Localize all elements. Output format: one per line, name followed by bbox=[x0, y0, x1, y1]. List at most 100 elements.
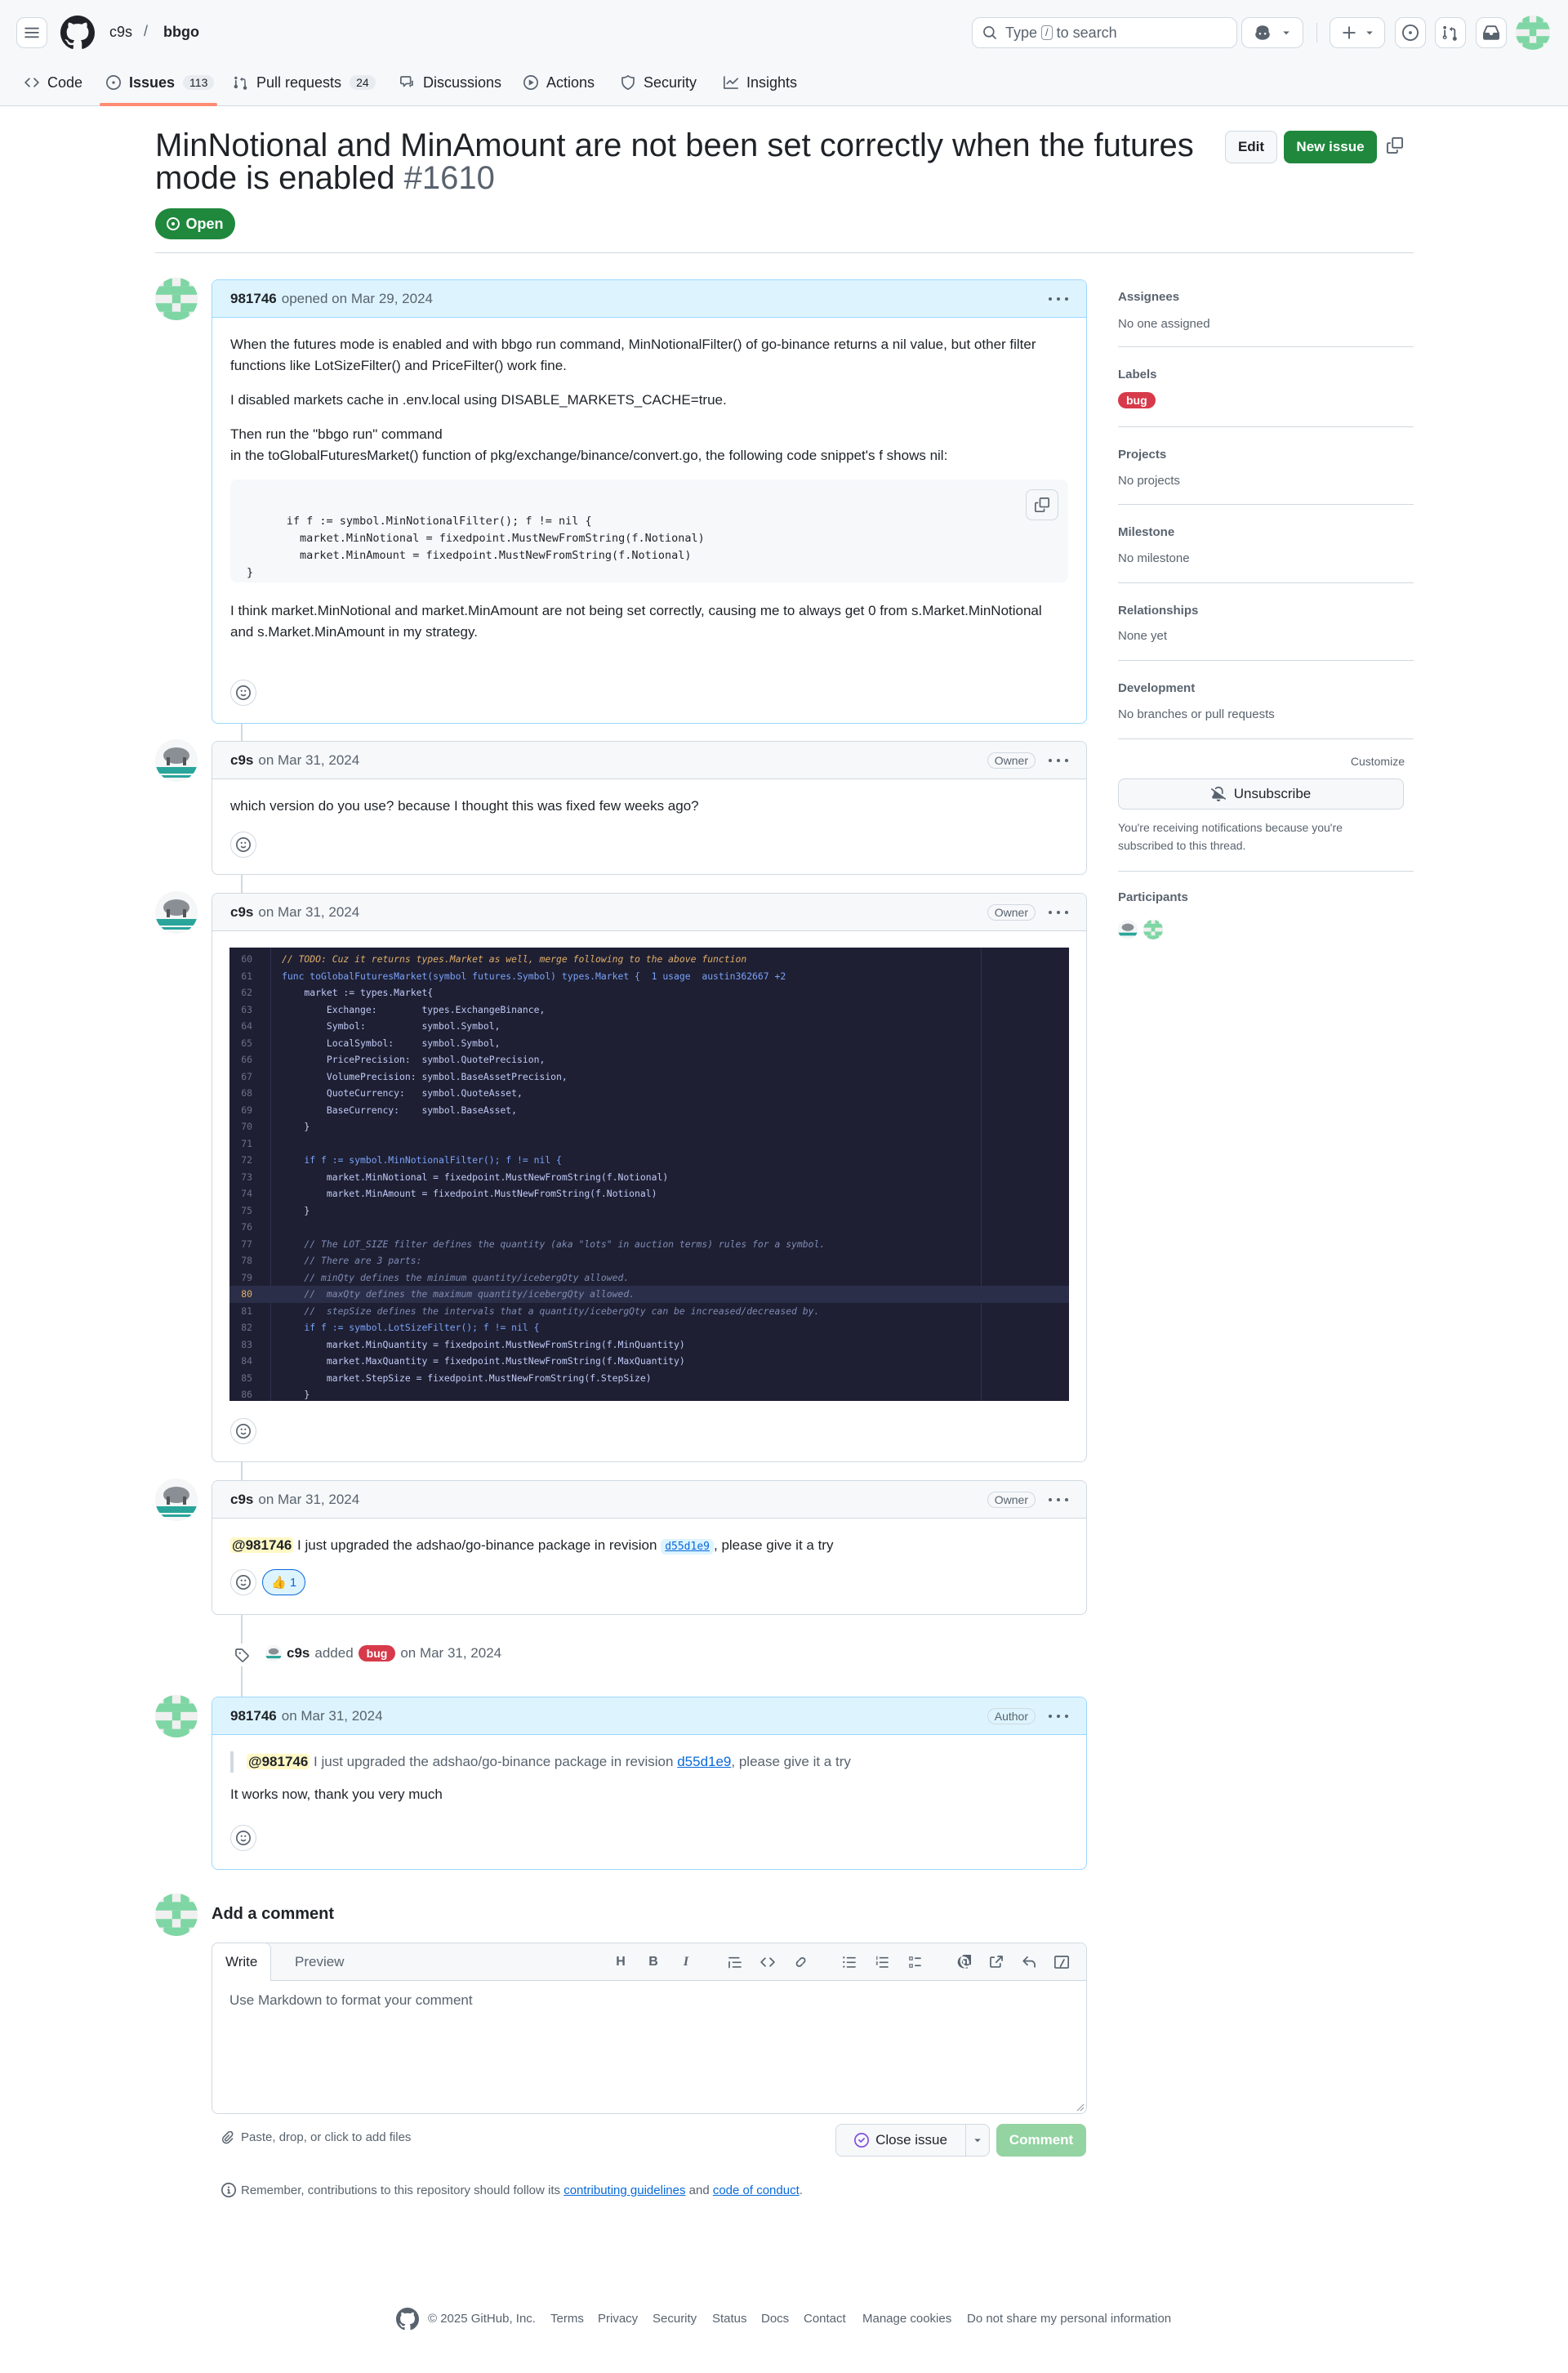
mention-icon[interactable] bbox=[955, 1953, 973, 1971]
tab-insights[interactable]: Insights bbox=[724, 69, 797, 96]
comment-timestamp[interactable]: on Mar 31, 2024 bbox=[258, 1492, 359, 1508]
tab-code[interactable]: Code bbox=[24, 69, 82, 96]
copilot-button[interactable] bbox=[1241, 17, 1303, 48]
close-issue-dropdown[interactable] bbox=[965, 2124, 990, 2157]
pull-requests-button[interactable] bbox=[1435, 17, 1466, 48]
add-reaction-button[interactable] bbox=[230, 1825, 256, 1851]
create-new-button[interactable] bbox=[1330, 17, 1385, 48]
comment-options-icon[interactable] bbox=[1049, 910, 1068, 914]
unsubscribe-button[interactable]: Unsubscribe bbox=[1118, 778, 1404, 810]
comment-options-icon[interactable] bbox=[1049, 1497, 1068, 1501]
user-mention[interactable]: @981746 bbox=[247, 1754, 310, 1769]
event-actor[interactable]: c9s bbox=[287, 1645, 310, 1662]
italic-icon[interactable]: I bbox=[677, 1953, 695, 1971]
comment-author[interactable]: c9s bbox=[230, 1492, 253, 1508]
footer-link-privacy[interactable]: Privacy bbox=[598, 2312, 638, 2326]
user-mention[interactable]: @981746 bbox=[230, 1537, 294, 1553]
menu-button[interactable] bbox=[16, 17, 47, 48]
contributing-guidelines-link[interactable]: contributing guidelines bbox=[564, 2183, 685, 2197]
comment-timestamp[interactable]: opened on Mar 29, 2024 bbox=[282, 291, 433, 307]
cross-reference-icon[interactable] bbox=[987, 1953, 1005, 1971]
comment-timestamp[interactable]: on Mar 31, 2024 bbox=[282, 1708, 383, 1724]
participant-avatar-c9s[interactable] bbox=[1118, 920, 1138, 939]
footer-link-contact[interactable]: Contact bbox=[804, 2312, 846, 2326]
footer-link-manage-cookies[interactable]: Manage cookies bbox=[862, 2312, 951, 2326]
github-logo-icon[interactable] bbox=[60, 16, 95, 50]
user-avatar[interactable] bbox=[1516, 16, 1550, 50]
footer-link-terms[interactable]: Terms bbox=[550, 2312, 584, 2326]
heading-icon[interactable]: H bbox=[612, 1953, 630, 1971]
resize-handle-icon[interactable] bbox=[1076, 2103, 1085, 2112]
search-input[interactable]: Type / to search bbox=[972, 17, 1237, 48]
tab-issues[interactable]: Issues 113 bbox=[106, 69, 215, 96]
unordered-list-icon[interactable] bbox=[840, 1953, 858, 1971]
footer-link-security[interactable]: Security bbox=[653, 2312, 697, 2326]
comment-author[interactable]: 981746 bbox=[230, 1708, 277, 1724]
commit-sha-link[interactable]: d55d1e9 bbox=[661, 1539, 714, 1554]
new-issue-button[interactable]: New issue bbox=[1284, 131, 1377, 163]
avatar-c9s-small[interactable] bbox=[265, 1645, 282, 1662]
tab-actions[interactable]: Actions bbox=[523, 69, 595, 96]
comment-submit-button[interactable]: Comment bbox=[996, 2124, 1086, 2157]
add-reaction-button[interactable] bbox=[230, 1569, 256, 1595]
comment-options-icon[interactable] bbox=[1049, 1714, 1068, 1718]
slash-commands-icon[interactable] bbox=[1053, 1953, 1071, 1971]
add-reaction-button[interactable] bbox=[230, 832, 256, 858]
comment-options-icon[interactable] bbox=[1049, 297, 1068, 301]
thumbs-up-reaction[interactable]: 👍 1 bbox=[262, 1569, 306, 1595]
ordered-list-icon[interactable] bbox=[873, 1953, 891, 1971]
assignees-heading[interactable]: Assignees bbox=[1118, 290, 1179, 304]
github-footer-logo-icon[interactable] bbox=[396, 2308, 419, 2331]
projects-heading[interactable]: Projects bbox=[1118, 448, 1166, 462]
task-list-icon[interactable] bbox=[906, 1953, 924, 1971]
comment-author[interactable]: c9s bbox=[230, 904, 253, 921]
tab-preview[interactable]: Preview bbox=[282, 1943, 357, 1981]
commit-sha-link[interactable]: d55d1e9 bbox=[677, 1754, 731, 1769]
add-reaction-button[interactable] bbox=[230, 1418, 256, 1444]
comment-options-icon[interactable] bbox=[1049, 758, 1068, 762]
code-of-conduct-link[interactable]: code of conduct bbox=[713, 2183, 800, 2197]
bold-icon[interactable]: B bbox=[644, 1953, 662, 1971]
relationships-heading[interactable]: Relationships bbox=[1118, 604, 1198, 618]
milestone-heading[interactable]: Milestone bbox=[1118, 525, 1174, 539]
avatar-981746[interactable] bbox=[155, 278, 198, 320]
reply-icon[interactable] bbox=[1020, 1953, 1038, 1971]
customize-link[interactable]: Customize bbox=[1348, 755, 1405, 768]
participant-avatar-981746[interactable] bbox=[1143, 920, 1163, 939]
avatar-c9s[interactable] bbox=[155, 891, 198, 934]
quote-icon[interactable] bbox=[726, 1953, 744, 1971]
comment-timestamp[interactable]: on Mar 31, 2024 bbox=[258, 904, 359, 921]
tab-pull-requests[interactable]: Pull requests 24 bbox=[234, 69, 376, 96]
development-heading[interactable]: Development bbox=[1118, 681, 1195, 695]
bug-label[interactable]: bug bbox=[1118, 392, 1156, 408]
footer-link-status[interactable]: Status bbox=[712, 2312, 747, 2326]
avatar-981746[interactable] bbox=[155, 1695, 198, 1737]
copy-link-icon[interactable] bbox=[1387, 137, 1405, 155]
tab-write[interactable]: Write bbox=[212, 1943, 272, 1981]
issues-button[interactable] bbox=[1395, 17, 1426, 48]
footer-link-docs[interactable]: Docs bbox=[761, 2312, 789, 2326]
event-timestamp[interactable]: on Mar 31, 2024 bbox=[400, 1645, 501, 1662]
repo-name-link[interactable]: bbgo bbox=[163, 24, 199, 41]
footer-link-do-not-share[interactable]: Do not share my personal information bbox=[967, 2312, 1171, 2326]
code-icon[interactable] bbox=[759, 1953, 777, 1971]
comment-author[interactable]: c9s bbox=[230, 752, 253, 769]
attach-files-button[interactable]: Paste, drop, or click to add files bbox=[221, 2130, 411, 2144]
inbox-button[interactable] bbox=[1476, 17, 1507, 48]
close-issue-button[interactable]: Close issue bbox=[835, 2124, 966, 2157]
tab-discussions[interactable]: Discussions bbox=[400, 69, 501, 96]
link-icon[interactable] bbox=[791, 1953, 809, 1971]
comment-author[interactable]: 981746 bbox=[230, 291, 277, 307]
code-screenshot-image[interactable]: 60 // TODO: Cuz it returns types.Market a… bbox=[229, 948, 1069, 1401]
avatar-c9s[interactable] bbox=[155, 1479, 198, 1521]
avatar-current-user[interactable] bbox=[155, 1893, 198, 1936]
comment-timestamp[interactable]: on Mar 31, 2024 bbox=[258, 752, 359, 769]
edit-title-button[interactable]: Edit bbox=[1225, 131, 1277, 163]
comment-textarea[interactable]: Use Markdown to format your comment bbox=[229, 1992, 473, 2009]
tab-security[interactable]: Security bbox=[621, 69, 697, 96]
avatar-c9s[interactable] bbox=[155, 739, 198, 782]
bug-label[interactable]: bug bbox=[358, 1645, 396, 1662]
copy-code-button[interactable] bbox=[1026, 489, 1058, 520]
labels-heading[interactable]: Labels bbox=[1118, 368, 1157, 381]
repo-owner-link[interactable]: c9s bbox=[109, 24, 132, 41]
